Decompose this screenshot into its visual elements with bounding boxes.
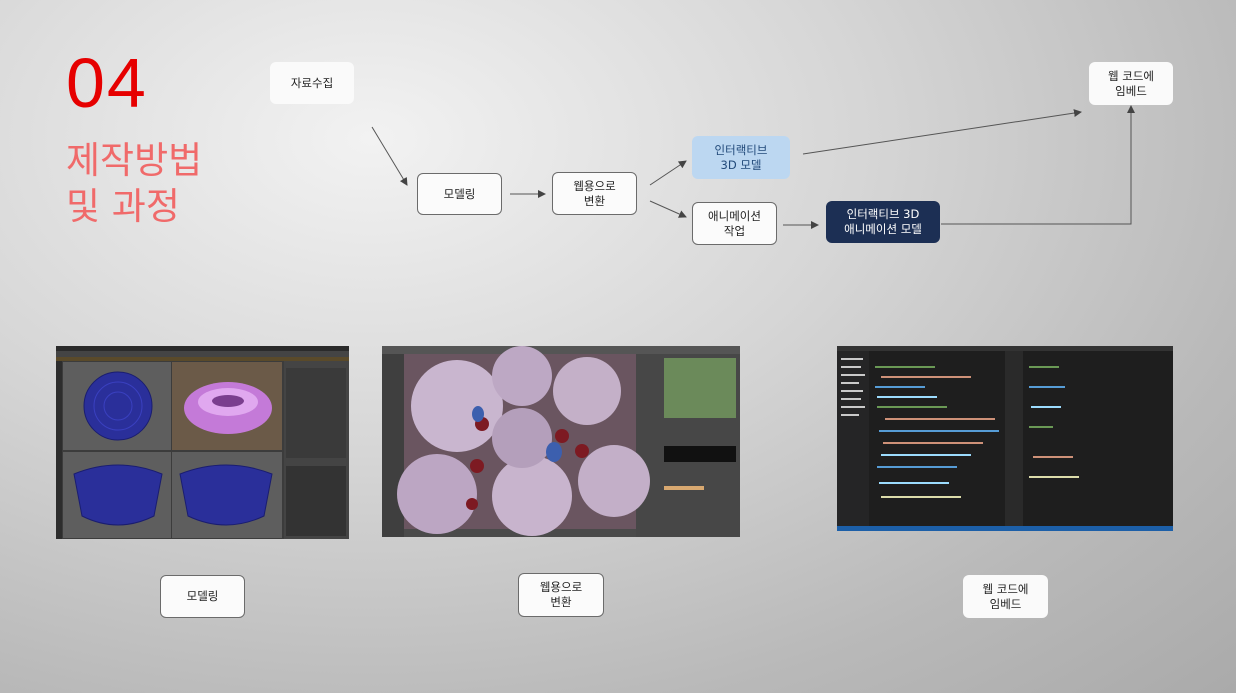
arrow-collect-to-modeling: [371, 126, 408, 186]
node-convert: 웹용으로 변환: [552, 172, 637, 215]
node-collect: 자료수집: [270, 62, 354, 104]
caption-modeling: 모델링: [160, 575, 245, 618]
code-embed-screenshot: [837, 346, 1173, 531]
arrow-interactive-to-embed: [802, 109, 1082, 155]
arrow-navy-to-embed: [941, 105, 1135, 225]
arrow-convert-to-interactive: [649, 160, 687, 186]
arrow-convert-to-animation: [649, 200, 687, 218]
node-interactive-3d: 인터랙티브 3D 모델: [692, 136, 790, 179]
node-embed: 웹 코드에 임베드: [1089, 62, 1173, 105]
web-convert-screenshot: [382, 346, 740, 537]
node-animation-work: 애니메이션 작업: [692, 202, 777, 245]
node-modeling: 모델링: [417, 173, 502, 215]
modeling-screenshot: [56, 346, 349, 539]
caption-embed: 웹 코드에 임베드: [963, 575, 1048, 618]
caption-convert: 웹용으로 변환: [518, 573, 604, 617]
node-interactive-animation: 인터랙티브 3D 애니메이션 모델: [826, 201, 940, 243]
